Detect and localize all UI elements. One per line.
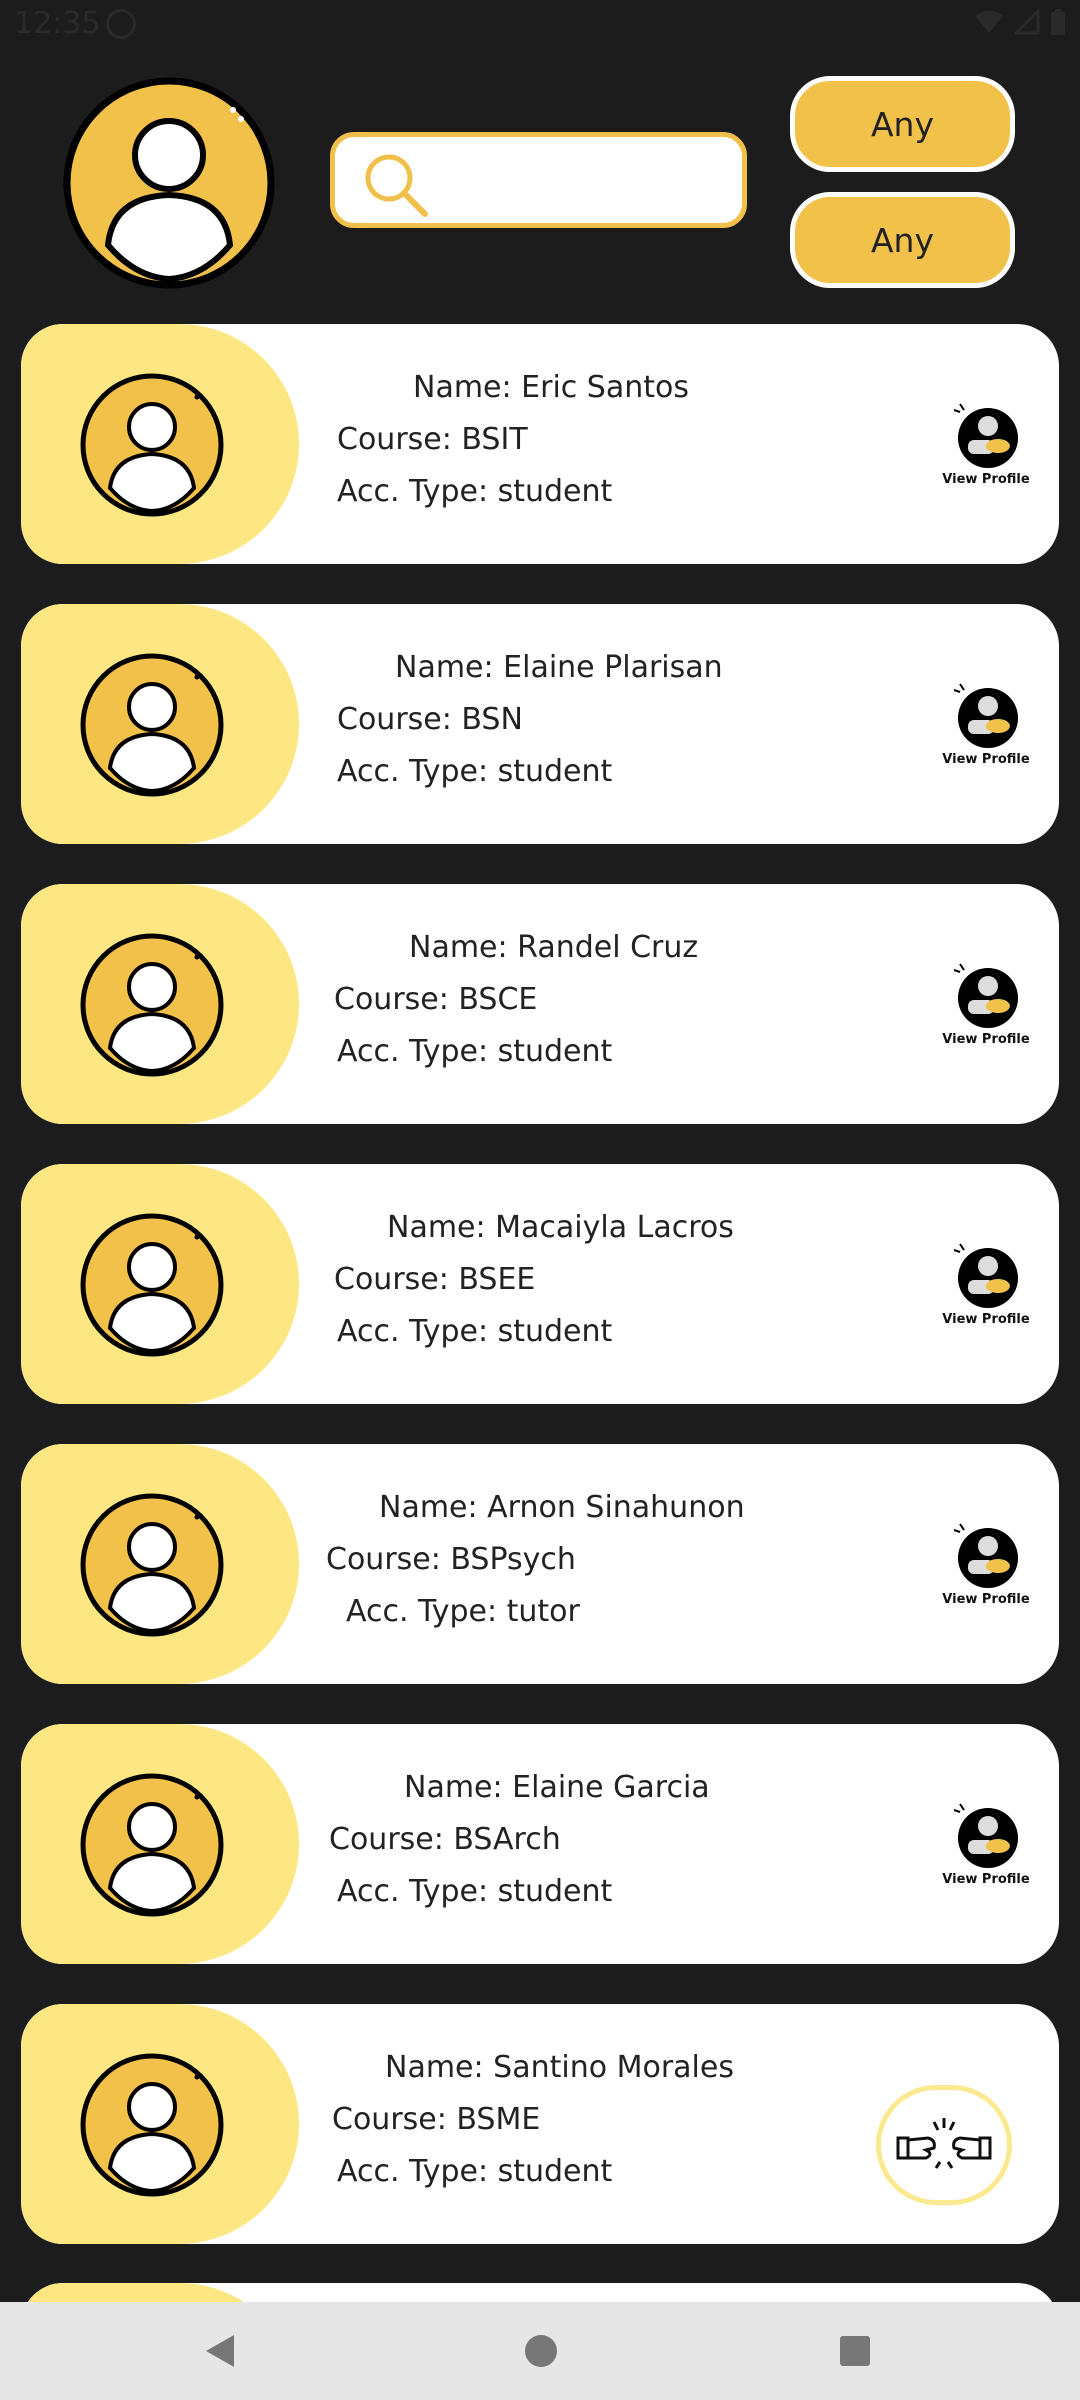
user-avatar-icon: [80, 653, 224, 797]
user-course: Course: BSEE: [334, 1262, 536, 1297]
card-avatar-panel: [21, 2004, 299, 2244]
user-card[interactable]: Name: Elaine Plarisan Course: BSN Acc. T…: [21, 604, 1059, 844]
signal-icon: [1014, 9, 1040, 35]
fist-bump-icon: [896, 2118, 992, 2169]
card-avatar-panel: [21, 884, 299, 1124]
status-bar: 12:35: [0, 0, 1080, 48]
view-profile-icon: [953, 1803, 1018, 1868]
recent-apps-icon[interactable]: [840, 2336, 870, 2366]
status-time: 12:35: [14, 6, 101, 41]
view-profile-button[interactable]: View Profile: [942, 400, 1030, 492]
user-type: Acc. Type: student: [337, 474, 613, 509]
user-name: Name: Randel Cruz: [409, 930, 699, 965]
view-profile-icon: [953, 1523, 1018, 1588]
view-profile-button[interactable]: View Profile: [942, 680, 1030, 772]
view-profile-label: View Profile: [942, 1312, 1030, 1327]
back-icon[interactable]: [206, 2335, 234, 2367]
user-name: Name: Santino Morales: [385, 2050, 734, 2085]
user-course: Course: BSME: [332, 2102, 541, 2137]
user-avatar-icon: [80, 2053, 224, 2197]
user-name: Name: Arnon Sinahunon: [379, 1490, 745, 1525]
view-profile-icon: [953, 683, 1018, 748]
home-icon[interactable]: [525, 2335, 557, 2367]
view-profile-icon: [953, 963, 1018, 1028]
user-course: Course: BSN: [337, 702, 523, 737]
user-course: Course: BSIT: [337, 422, 528, 457]
view-profile-label: View Profile: [942, 472, 1030, 487]
view-profile-icon: [953, 1243, 1018, 1308]
user-avatar-icon: [80, 933, 224, 1077]
user-course: Course: BSArch: [329, 1822, 561, 1857]
search-box[interactable]: [330, 132, 747, 228]
battery-icon: [1051, 9, 1065, 35]
user-avatar-icon: [80, 373, 224, 517]
view-profile-label: View Profile: [942, 1872, 1030, 1887]
view-profile-label: View Profile: [942, 1032, 1030, 1047]
card-avatar-panel: [21, 604, 299, 844]
view-profile-icon: [953, 403, 1018, 468]
card-avatar-panel: [21, 1724, 299, 1964]
user-name: Name: Elaine Plarisan: [395, 650, 723, 685]
user-card[interactable]: Name: Macaiyla Lacros Course: BSEE Acc. …: [21, 1164, 1059, 1404]
user-avatar-icon: [80, 1213, 224, 1357]
user-type: Acc. Type: tutor: [346, 1594, 580, 1629]
view-profile-label: View Profile: [942, 1592, 1030, 1607]
card-avatar-panel: [21, 1164, 299, 1404]
view-profile-button[interactable]: View Profile: [942, 1800, 1030, 1892]
user-name: Name: Elaine Garcia: [404, 1770, 710, 1805]
sync-icon: [106, 9, 136, 39]
user-card[interactable]: Name: Arnon Sinahunon Course: BSPsych Ac…: [21, 1444, 1059, 1684]
user-course: Course: BSPsych: [326, 1542, 576, 1577]
user-name: Name: Eric Santos: [413, 370, 689, 405]
user-card[interactable]: Name: Eric Santos Course: BSIT Acc. Type…: [21, 324, 1059, 564]
user-name: Name: Macaiyla Lacros: [387, 1210, 734, 1245]
user-type: Acc. Type: student: [337, 2154, 613, 2189]
wifi-icon: [975, 10, 1003, 33]
user-card[interactable]: Name: Randel Cruz Course: BSCE Acc. Type…: [21, 884, 1059, 1124]
connect-fab-button[interactable]: [876, 2085, 1012, 2205]
user-type: Acc. Type: student: [337, 754, 613, 789]
type-filter-button[interactable]: Any: [790, 192, 1015, 288]
search-icon: [365, 154, 428, 217]
user-type: Acc. Type: student: [337, 1874, 613, 1909]
user-course: Course: BSCE: [334, 982, 538, 1017]
user-type: Acc. Type: student: [337, 1034, 613, 1069]
view-profile-label: View Profile: [942, 752, 1030, 767]
view-profile-button[interactable]: View Profile: [942, 1520, 1030, 1612]
user-avatar-icon: [80, 1493, 224, 1637]
view-profile-button[interactable]: View Profile: [942, 1240, 1030, 1332]
user-avatar-icon: [80, 1773, 224, 1917]
profile-avatar-icon[interactable]: [63, 77, 275, 289]
navigation-bar: [0, 2302, 1080, 2400]
user-type: Acc. Type: student: [337, 1314, 613, 1349]
search-input[interactable]: [435, 155, 729, 211]
user-card[interactable]: Name: Elaine Garcia Course: BSArch Acc. …: [21, 1724, 1059, 1964]
course-filter-button[interactable]: Any: [790, 76, 1015, 172]
card-avatar-panel: [21, 324, 299, 564]
view-profile-button[interactable]: View Profile: [942, 960, 1030, 1052]
card-avatar-panel: [21, 1444, 299, 1684]
